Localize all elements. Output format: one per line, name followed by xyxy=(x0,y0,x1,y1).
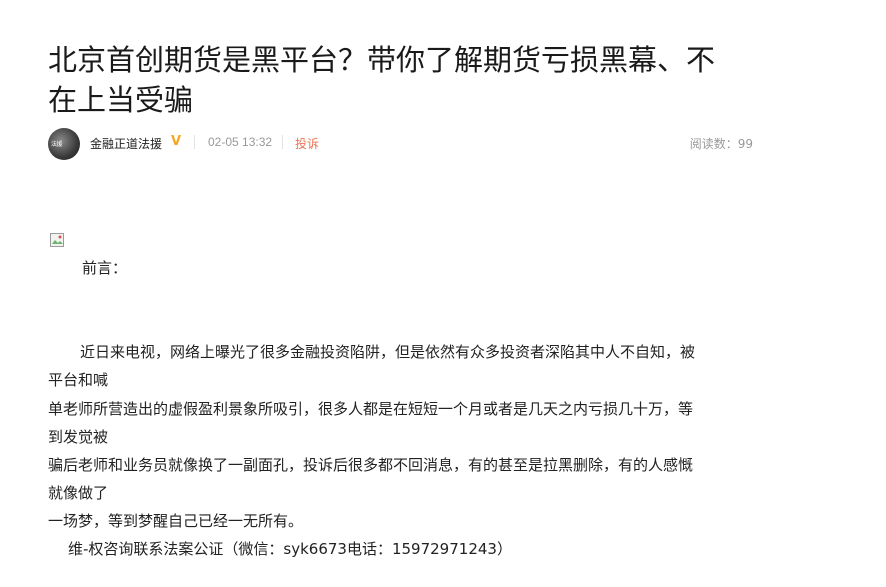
complain-link[interactable]: 投诉 xyxy=(295,135,319,152)
body-line-5: 骗后老师和业务员就像换了一副面孔，投诉后很多都不回消息，有的甚至是拉黑删除，有的… xyxy=(48,456,694,474)
article-title: 北京首创期货是黑平台？带你了解期货亏损黑幕、不 在上当受骗 xyxy=(48,40,768,120)
contact-line: 维-权咨询联系法案公证（微信：syk6673电话：15972971243） xyxy=(68,540,512,558)
body-line-3: 单老师所营造出的虚假盈利景象所吸引，很多人都是在短短一个月或者是几天之内亏损几十… xyxy=(48,400,694,418)
body-line-1: 近日来电视，网络上曝光了很多金融投资陷阱，但是依然有众多投资者深陷其中人不自知，… xyxy=(80,343,696,361)
article-title-line-2: 在上当受骗 xyxy=(48,83,194,117)
preface-label: 前言： xyxy=(82,259,128,277)
body-line-6: 就像做了 xyxy=(48,484,109,502)
publish-date: 02-05 13:32 xyxy=(208,135,273,149)
read-count: 阅读数：99 xyxy=(689,137,753,151)
broken-image-icon xyxy=(50,233,64,247)
avatar[interactable]: 法援 xyxy=(48,128,80,160)
body-line-7: 一场梦，等到梦醒自己已经一无所有。 xyxy=(48,512,304,530)
meta-divider xyxy=(282,135,283,149)
article-meta: 法援 金融正道法援 V 02-05 13:32 投诉 阅读数：99 xyxy=(48,126,753,160)
body-line-4: 到发觉被 xyxy=(48,428,109,446)
vip-badge-icon: V xyxy=(170,134,182,149)
meta-divider xyxy=(194,135,195,149)
article-title-line-1: 北京首创期货是黑平台？带你了解期货亏损黑幕、不 xyxy=(48,43,716,77)
author-name[interactable]: 金融正道法援 xyxy=(90,135,162,152)
body-line-2: 平台和喊 xyxy=(48,371,109,389)
avatar-label: 法援 xyxy=(51,141,63,148)
